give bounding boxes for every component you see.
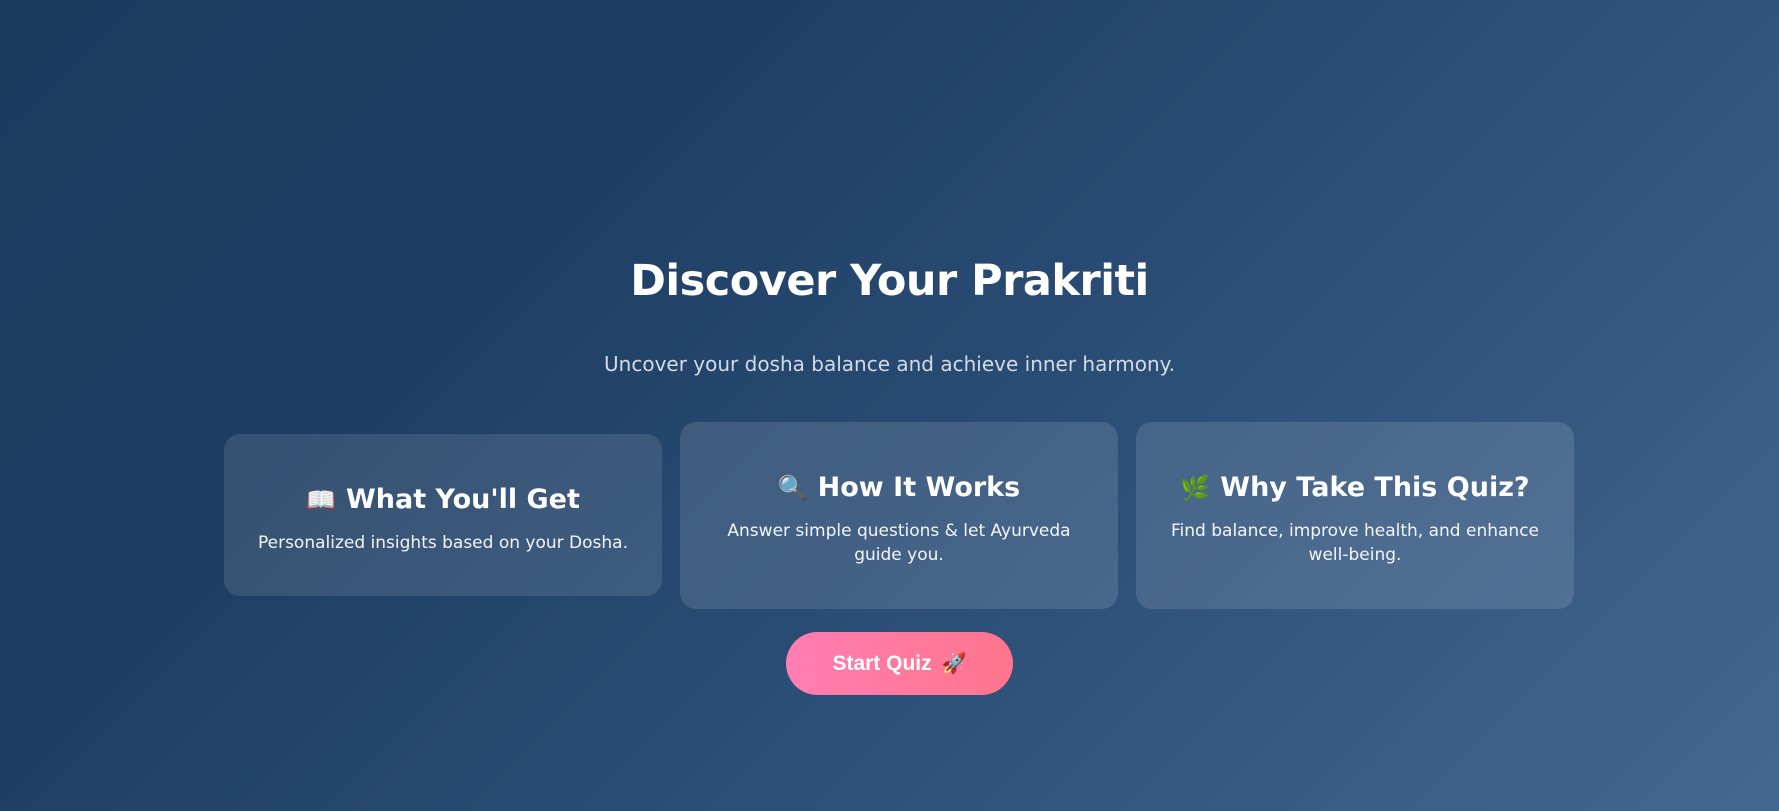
page-title: Discover Your Prakriti	[630, 256, 1149, 306]
card-how-it-works: 🔍 How It Works Answer simple questions &…	[680, 422, 1118, 609]
start-quiz-label: Start Quiz	[832, 651, 932, 675]
magnifier-icon: 🔍	[777, 473, 808, 502]
card-title: How It Works	[817, 472, 1021, 503]
herb-icon: 🌿	[1180, 473, 1211, 502]
card-why-take-quiz: 🌿 Why Take This Quiz? Find balance, impr…	[1136, 422, 1574, 609]
card-heading: 📖 What You'll Get	[248, 484, 638, 515]
card-text: Personalized insights based on your Dosh…	[257, 533, 628, 553]
card-title: What You'll Get	[345, 484, 580, 515]
book-icon: 📖	[306, 485, 336, 514]
card-text: Find balance, improve health, and enhanc…	[1171, 521, 1539, 565]
card-title: Why Take This Quiz?	[1220, 472, 1530, 503]
start-quiz-button[interactable]: Start Quiz 🚀	[786, 632, 1013, 695]
card-text: Answer simple questions & let Ayurveda g…	[727, 521, 1071, 565]
rocket-icon: 🚀	[941, 652, 967, 675]
page-subtitle: Uncover your dosha balance and achieve i…	[604, 352, 1175, 376]
card-heading: 🔍 How It Works	[704, 472, 1094, 503]
card-what-youll-get: 📖 What You'll Get Personalized insights …	[224, 434, 662, 596]
card-heading: 🌿 Why Take This Quiz?	[1160, 472, 1550, 503]
